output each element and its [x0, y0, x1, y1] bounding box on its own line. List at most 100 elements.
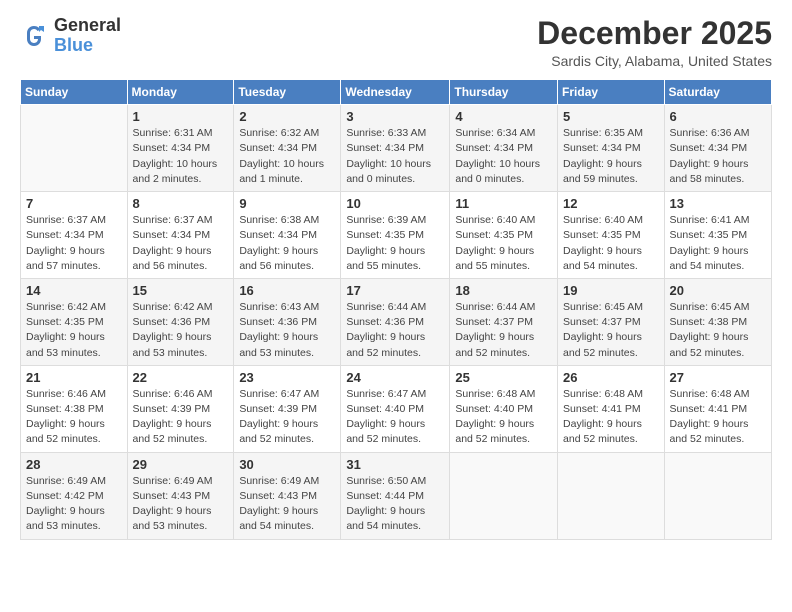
day-number: 3	[346, 109, 444, 124]
table-row: 11Sunrise: 6:40 AMSunset: 4:35 PMDayligh…	[450, 192, 558, 279]
day-info: Sunrise: 6:45 AMSunset: 4:38 PMDaylight:…	[670, 300, 766, 361]
day-info: Sunrise: 6:48 AMSunset: 4:40 PMDaylight:…	[455, 387, 552, 448]
day-info: Sunrise: 6:38 AMSunset: 4:34 PMDaylight:…	[239, 213, 335, 274]
day-number: 26	[563, 370, 659, 385]
day-info: Sunrise: 6:46 AMSunset: 4:38 PMDaylight:…	[26, 387, 122, 448]
col-thursday: Thursday	[450, 80, 558, 105]
day-number: 20	[670, 283, 766, 298]
day-info: Sunrise: 6:36 AMSunset: 4:34 PMDaylight:…	[670, 126, 766, 187]
col-sunday: Sunday	[21, 80, 128, 105]
month-title: December 2025	[537, 16, 772, 51]
day-number: 22	[133, 370, 229, 385]
day-number: 27	[670, 370, 766, 385]
calendar-week-row: 7 Sunrise: 6:37 AMSunset: 4:34 PMDaylight…	[21, 192, 772, 279]
day-number: 19	[563, 283, 659, 298]
table-row	[558, 452, 665, 539]
day-number: 9	[239, 196, 335, 211]
table-row: 23 Sunrise: 6:47 AMSunset: 4:39 PMDayligh…	[234, 365, 341, 452]
day-number: 16	[239, 283, 335, 298]
calendar-week-row: 14Sunrise: 6:42 AMSunset: 4:35 PMDayligh…	[21, 278, 772, 365]
day-number: 23	[239, 370, 335, 385]
table-row: 20 Sunrise: 6:45 AMSunset: 4:38 PMDayligh…	[664, 278, 771, 365]
day-info: Sunrise: 6:37 AMSunset: 4:34 PMDaylight:…	[26, 213, 122, 274]
day-info: Sunrise: 6:49 AMSunset: 4:43 PMDaylight:…	[133, 474, 229, 535]
day-number: 18	[455, 283, 552, 298]
day-info: Sunrise: 6:42 AMSunset: 4:36 PMDaylight:…	[133, 300, 229, 361]
table-row: 25 Sunrise: 6:48 AMSunset: 4:40 PMDayligh…	[450, 365, 558, 452]
table-row: 14Sunrise: 6:42 AMSunset: 4:35 PMDayligh…	[21, 278, 128, 365]
day-info: Sunrise: 6:35 AMSunset: 4:34 PMDaylight:…	[563, 126, 659, 187]
day-number: 28	[26, 457, 122, 472]
day-number: 31	[346, 457, 444, 472]
table-row: 16 Sunrise: 6:43 AMSunset: 4:36 PMDayligh…	[234, 278, 341, 365]
table-row: 19 Sunrise: 6:45 AMSunset: 4:37 PMDayligh…	[558, 278, 665, 365]
day-info: Sunrise: 6:33 AMSunset: 4:34 PMDaylight:…	[346, 126, 444, 187]
table-row: 7 Sunrise: 6:37 AMSunset: 4:34 PMDaylight…	[21, 192, 128, 279]
logo-blue-text: Blue	[54, 36, 121, 56]
day-info: Sunrise: 6:39 AMSunset: 4:35 PMDaylight:…	[346, 213, 444, 274]
calendar-week-row: 21Sunrise: 6:46 AMSunset: 4:38 PMDayligh…	[21, 365, 772, 452]
table-row: 3 Sunrise: 6:33 AMSunset: 4:34 PMDaylight…	[341, 105, 450, 192]
day-number: 12	[563, 196, 659, 211]
col-saturday: Saturday	[664, 80, 771, 105]
day-info: Sunrise: 6:47 AMSunset: 4:39 PMDaylight:…	[239, 387, 335, 448]
table-row: 10 Sunrise: 6:39 AMSunset: 4:35 PMDayligh…	[341, 192, 450, 279]
logo-general-text: General	[54, 16, 121, 36]
table-row: 4Sunrise: 6:34 AMSunset: 4:34 PMDaylight…	[450, 105, 558, 192]
day-number: 30	[239, 457, 335, 472]
day-info: Sunrise: 6:44 AMSunset: 4:37 PMDaylight:…	[455, 300, 552, 361]
title-area: December 2025 Sardis City, Alabama, Unit…	[537, 16, 772, 69]
table-row: 21Sunrise: 6:46 AMSunset: 4:38 PMDayligh…	[21, 365, 128, 452]
day-info: Sunrise: 6:49 AMSunset: 4:42 PMDaylight:…	[26, 474, 122, 535]
logo-icon	[20, 22, 48, 50]
day-info: Sunrise: 6:44 AMSunset: 4:36 PMDaylight:…	[346, 300, 444, 361]
day-info: Sunrise: 6:47 AMSunset: 4:40 PMDaylight:…	[346, 387, 444, 448]
calendar-header-row: Sunday Monday Tuesday Wednesday Thursday…	[21, 80, 772, 105]
day-number: 24	[346, 370, 444, 385]
logo: General Blue	[20, 16, 121, 56]
day-number: 17	[346, 283, 444, 298]
calendar-week-row: 1 Sunrise: 6:31 AMSunset: 4:34 PMDaylight…	[21, 105, 772, 192]
table-row: 12Sunrise: 6:40 AMSunset: 4:35 PMDayligh…	[558, 192, 665, 279]
calendar-body: 1 Sunrise: 6:31 AMSunset: 4:34 PMDaylight…	[21, 105, 772, 539]
calendar-week-row: 28 Sunrise: 6:49 AMSunset: 4:42 PMDayligh…	[21, 452, 772, 539]
table-row	[21, 105, 128, 192]
calendar-table: Sunday Monday Tuesday Wednesday Thursday…	[20, 79, 772, 539]
day-info: Sunrise: 6:43 AMSunset: 4:36 PMDaylight:…	[239, 300, 335, 361]
table-row: 18 Sunrise: 6:44 AMSunset: 4:37 PMDayligh…	[450, 278, 558, 365]
table-row: 8 Sunrise: 6:37 AMSunset: 4:34 PMDaylight…	[127, 192, 234, 279]
day-info: Sunrise: 6:45 AMSunset: 4:37 PMDaylight:…	[563, 300, 659, 361]
table-row: 9 Sunrise: 6:38 AMSunset: 4:34 PMDaylight…	[234, 192, 341, 279]
location-subtitle: Sardis City, Alabama, United States	[537, 53, 772, 69]
table-row: 24 Sunrise: 6:47 AMSunset: 4:40 PMDayligh…	[341, 365, 450, 452]
day-info: Sunrise: 6:40 AMSunset: 4:35 PMDaylight:…	[455, 213, 552, 274]
day-info: Sunrise: 6:49 AMSunset: 4:43 PMDaylight:…	[239, 474, 335, 535]
table-row: 31 Sunrise: 6:50 AMSunset: 4:44 PMDayligh…	[341, 452, 450, 539]
day-number: 2	[239, 109, 335, 124]
header: General Blue December 2025 Sardis City, …	[20, 16, 772, 69]
day-number: 10	[346, 196, 444, 211]
day-info: Sunrise: 6:50 AMSunset: 4:44 PMDaylight:…	[346, 474, 444, 535]
day-info: Sunrise: 6:31 AMSunset: 4:34 PMDaylight:…	[133, 126, 229, 187]
day-number: 25	[455, 370, 552, 385]
table-row: 29 Sunrise: 6:49 AMSunset: 4:43 PMDayligh…	[127, 452, 234, 539]
col-friday: Friday	[558, 80, 665, 105]
logo-text: General Blue	[54, 16, 121, 56]
table-row: 2Sunrise: 6:32 AMSunset: 4:34 PMDaylight…	[234, 105, 341, 192]
table-row: 6Sunrise: 6:36 AMSunset: 4:34 PMDaylight…	[664, 105, 771, 192]
col-monday: Monday	[127, 80, 234, 105]
day-number: 29	[133, 457, 229, 472]
day-info: Sunrise: 6:48 AMSunset: 4:41 PMDaylight:…	[563, 387, 659, 448]
day-info: Sunrise: 6:48 AMSunset: 4:41 PMDaylight:…	[670, 387, 766, 448]
col-tuesday: Tuesday	[234, 80, 341, 105]
page: General Blue December 2025 Sardis City, …	[0, 0, 792, 612]
day-number: 13	[670, 196, 766, 211]
table-row: 30 Sunrise: 6:49 AMSunset: 4:43 PMDayligh…	[234, 452, 341, 539]
table-row: 5Sunrise: 6:35 AMSunset: 4:34 PMDaylight…	[558, 105, 665, 192]
day-info: Sunrise: 6:37 AMSunset: 4:34 PMDaylight:…	[133, 213, 229, 274]
day-number: 15	[133, 283, 229, 298]
day-number: 1	[133, 109, 229, 124]
day-number: 8	[133, 196, 229, 211]
day-number: 7	[26, 196, 122, 211]
table-row: 15 Sunrise: 6:42 AMSunset: 4:36 PMDayligh…	[127, 278, 234, 365]
